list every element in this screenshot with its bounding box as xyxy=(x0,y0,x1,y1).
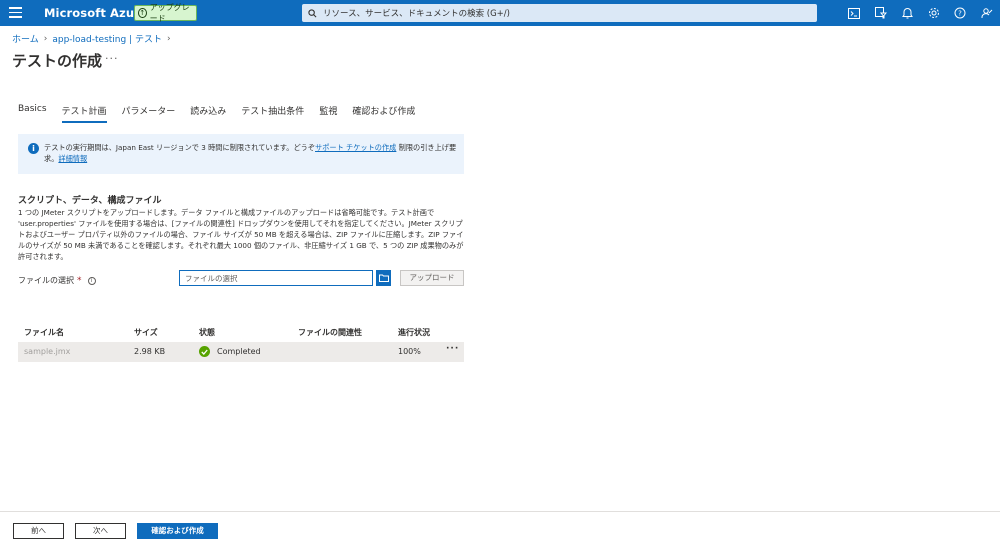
search-icon xyxy=(308,8,317,17)
breadcrumb-home[interactable]: ホーム xyxy=(12,32,39,45)
required-mark: * xyxy=(77,275,82,286)
footer-divider xyxy=(0,511,1000,512)
file-name-cell: sample.jmx xyxy=(24,347,71,356)
cloud-shell-icon[interactable] xyxy=(841,0,868,26)
settings-icon[interactable] xyxy=(921,0,948,26)
row-more-options-icon[interactable]: ··· xyxy=(446,344,459,354)
svg-text:?: ? xyxy=(958,10,962,18)
create-support-ticket-link[interactable]: サポート チケットの作成 xyxy=(315,143,396,152)
column-header-progress: 進行状況 xyxy=(398,328,430,337)
info-banner: i テストの実行期間は、Japan East リージョンで 3 時間に制限されて… xyxy=(18,134,464,174)
tab-parameters[interactable]: パラメーター xyxy=(122,104,176,119)
file-select-label: ファイルの選択 * i xyxy=(18,275,96,286)
file-select-label-text: ファイルの選択 xyxy=(18,276,74,285)
column-header-relevance: ファイルの関連性 xyxy=(298,328,362,337)
tab-test-plan[interactable]: テスト計画 xyxy=(61,104,107,123)
folder-icon xyxy=(378,274,389,282)
info-icon: i xyxy=(28,143,39,154)
tab-review-create[interactable]: 確認および作成 xyxy=(352,104,415,119)
browse-button[interactable] xyxy=(376,270,391,286)
notifications-icon[interactable] xyxy=(894,0,921,26)
info-tooltip-icon[interactable]: i xyxy=(87,276,96,285)
tab-monitoring[interactable]: 監視 xyxy=(319,104,337,119)
previous-button[interactable]: 前へ xyxy=(13,523,64,539)
menu-icon[interactable] xyxy=(9,7,22,19)
arrow-up-icon: ↑ xyxy=(138,8,147,18)
info-text: テストの実行期間は、Japan East リージョンで 3 時間に制限されていま… xyxy=(44,143,316,152)
tab-list: Basics テスト計画 パラメーター 読み込み テスト抽出条件 監視 確認およ… xyxy=(18,104,430,123)
directory-filter-icon[interactable] xyxy=(868,0,895,26)
column-header-size: サイズ xyxy=(134,328,158,337)
tab-test-criteria[interactable]: テスト抽出条件 xyxy=(241,104,304,119)
section-description: 1 つの JMeter スクリプトをアップロードします。データ ファイルと構成フ… xyxy=(18,208,464,261)
table-row[interactable]: sample.jmx 2.98 KB Completed 100% ··· xyxy=(18,342,464,362)
column-header-file-name: ファイル名 xyxy=(24,328,64,337)
review-create-button[interactable]: 確認および作成 xyxy=(137,523,218,539)
breadcrumb: ホーム › app-load-testing | テスト › xyxy=(12,32,171,46)
more-options-icon[interactable]: ··· xyxy=(105,52,119,65)
table-header: ファイル名 サイズ 状態 ファイルの関連性 進行状況 xyxy=(18,324,464,338)
next-button[interactable]: 次へ xyxy=(75,523,126,539)
upgrade-button[interactable]: ↑ アップグレード xyxy=(134,3,197,23)
top-navigation-bar: Microsoft Azure ↑ アップグレード リソース、サービス、ドキュメ… xyxy=(0,0,1000,26)
file-select-input[interactable]: ファイルの選択 xyxy=(179,270,373,286)
tab-load[interactable]: 読み込み xyxy=(190,104,226,119)
search-placeholder: リソース、サービス、ドキュメントの検索 (G+/) xyxy=(323,9,510,19)
top-icon-group: ? xyxy=(841,0,1000,26)
tab-basics[interactable]: Basics xyxy=(18,104,47,119)
page-title: テストの作成 xyxy=(12,52,103,70)
progress-cell: 100% xyxy=(398,347,421,356)
status-text: Completed xyxy=(217,347,261,356)
brand-title[interactable]: Microsoft Azure xyxy=(44,6,148,20)
file-size-cell: 2.98 KB xyxy=(134,347,166,356)
column-header-status: 状態 xyxy=(199,328,215,337)
check-circle-icon xyxy=(199,346,210,357)
status-cell: Completed xyxy=(199,346,261,357)
upgrade-label: アップグレード xyxy=(149,3,190,23)
feedback-icon[interactable] xyxy=(974,0,1000,26)
help-icon[interactable]: ? xyxy=(947,0,974,26)
chevron-right-icon: › xyxy=(166,33,171,44)
section-title: スクリプト、データ、構成ファイル xyxy=(18,196,162,206)
breadcrumb-app-load-testing[interactable]: app-load-testing | テスト xyxy=(52,32,162,45)
search-input[interactable]: リソース、サービス、ドキュメントの検索 (G+/) xyxy=(302,4,817,22)
chevron-right-icon: › xyxy=(43,33,48,44)
upload-button: アップロード xyxy=(400,270,464,286)
learn-more-link[interactable]: 詳細情報 xyxy=(58,154,87,163)
